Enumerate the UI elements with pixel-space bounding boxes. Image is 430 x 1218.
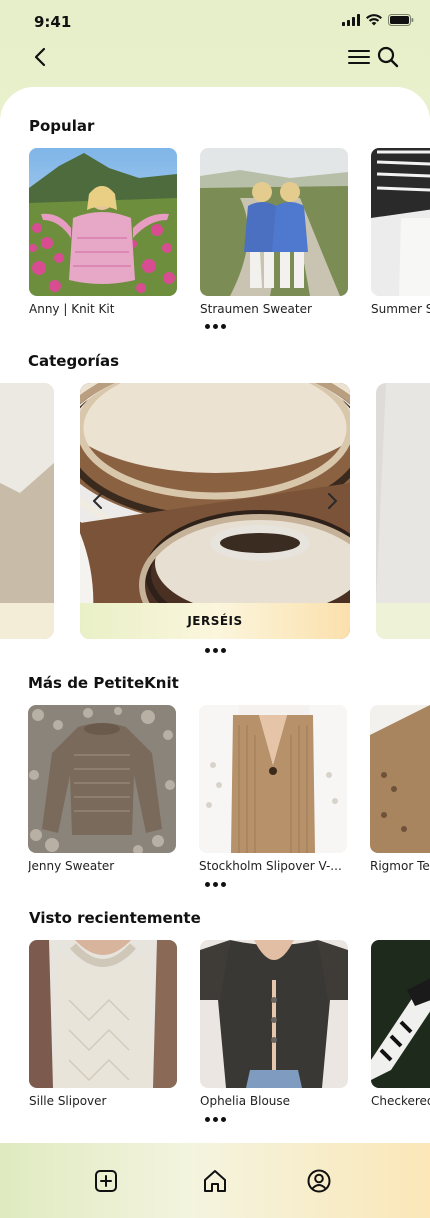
add-square-icon — [95, 1170, 117, 1192]
category-next-button[interactable] — [322, 491, 342, 511]
product-label: Sille Slipover — [29, 1094, 107, 1108]
chevron-right-icon — [328, 493, 337, 509]
product-image — [200, 940, 348, 1088]
dot-icon — [205, 882, 210, 887]
dot-icon — [221, 324, 226, 329]
popular-carousel[interactable]: Anny | Knit Kit Straumen Sweater Summer … — [0, 148, 430, 338]
product-image — [370, 705, 430, 853]
tab-home[interactable] — [202, 1168, 228, 1194]
wifi-icon — [366, 14, 382, 26]
product-label: Rigmor Te — [370, 859, 430, 873]
product-card[interactable]: Rigmor Te — [370, 705, 430, 873]
dot-icon — [213, 1117, 218, 1122]
dot-icon — [205, 324, 210, 329]
product-label: Stockholm Slipover V-... — [199, 859, 342, 873]
section-title-categories: Categorías — [28, 352, 120, 370]
more-options-button[interactable] — [205, 648, 227, 654]
category-card-active[interactable]: JERSÉIS — [80, 383, 350, 639]
tab-add[interactable] — [93, 1168, 119, 1194]
product-card[interactable]: Checkered — [371, 940, 430, 1108]
profile-icon — [307, 1169, 331, 1193]
top-navigation — [0, 40, 430, 72]
more-carousel[interactable]: Jenny Sweater Stockholm Slipover V-... R… — [0, 705, 430, 895]
product-label: Summer S — [371, 302, 430, 316]
dot-icon — [205, 648, 210, 653]
category-image — [80, 383, 350, 639]
category-image — [0, 383, 54, 639]
more-options-button[interactable] — [205, 882, 227, 888]
bottom-tab-bar — [0, 1143, 430, 1218]
product-image — [371, 940, 430, 1088]
product-image — [29, 940, 177, 1088]
section-title-more: Más de PetiteKnit — [28, 674, 179, 692]
menu-icon — [348, 50, 370, 64]
battery-icon — [388, 14, 414, 26]
product-label: Anny | Knit Kit — [29, 302, 115, 316]
menu-button[interactable] — [348, 46, 370, 68]
product-label: Jenny Sweater — [28, 859, 115, 873]
section-title-popular: Popular — [29, 117, 95, 135]
product-image — [199, 705, 347, 853]
category-card-next[interactable] — [376, 383, 430, 639]
home-icon — [204, 1170, 226, 1192]
product-card[interactable]: Sille Slipover — [29, 940, 177, 1108]
product-label: Ophelia Blouse — [200, 1094, 291, 1108]
status-time: 9:41 — [34, 13, 72, 31]
product-image — [28, 705, 176, 853]
status-icons — [342, 14, 414, 26]
product-card[interactable]: Ophelia Blouse — [200, 940, 348, 1108]
dot-icon — [213, 324, 218, 329]
content-sheet: Popular Anny | Knit Kit Straumen Sweater… — [0, 87, 430, 1143]
more-options-button[interactable] — [205, 324, 227, 330]
search-icon — [377, 46, 399, 68]
search-button[interactable] — [376, 45, 400, 69]
section-title-recent: Visto recientemente — [29, 909, 201, 927]
recent-carousel[interactable]: Sille Slipover Ophelia Blouse Checkered — [0, 940, 430, 1130]
category-image — [376, 383, 430, 639]
categories-carousel[interactable]: JERSÉIS — [0, 383, 430, 639]
product-label: Straumen Sweater — [200, 302, 312, 316]
dot-icon — [221, 648, 226, 653]
category-card-prev[interactable] — [0, 383, 54, 639]
more-options-button[interactable] — [205, 1117, 227, 1123]
product-card[interactable]: Anny | Knit Kit — [29, 148, 177, 316]
product-card[interactable]: Summer S — [371, 148, 430, 316]
product-card[interactable]: Jenny Sweater — [28, 705, 176, 873]
product-image — [29, 148, 177, 296]
status-bar: 9:41 — [0, 0, 430, 44]
back-icon — [34, 47, 46, 67]
product-card[interactable]: Straumen Sweater — [200, 148, 348, 316]
dot-icon — [213, 882, 218, 887]
dot-icon — [221, 882, 226, 887]
category-prev-button[interactable] — [88, 491, 108, 511]
category-label: JERSÉIS — [80, 603, 350, 639]
dot-icon — [213, 648, 218, 653]
product-image — [200, 148, 348, 296]
tab-profile[interactable] — [306, 1168, 332, 1194]
dot-icon — [221, 1117, 226, 1122]
chevron-left-icon — [93, 493, 102, 509]
signal-icon — [342, 14, 360, 26]
product-card[interactable]: Stockholm Slipover V-... — [199, 705, 347, 873]
dot-icon — [205, 1117, 210, 1122]
product-image — [371, 148, 430, 296]
product-label: Checkered — [371, 1094, 430, 1108]
back-button[interactable] — [30, 46, 52, 68]
